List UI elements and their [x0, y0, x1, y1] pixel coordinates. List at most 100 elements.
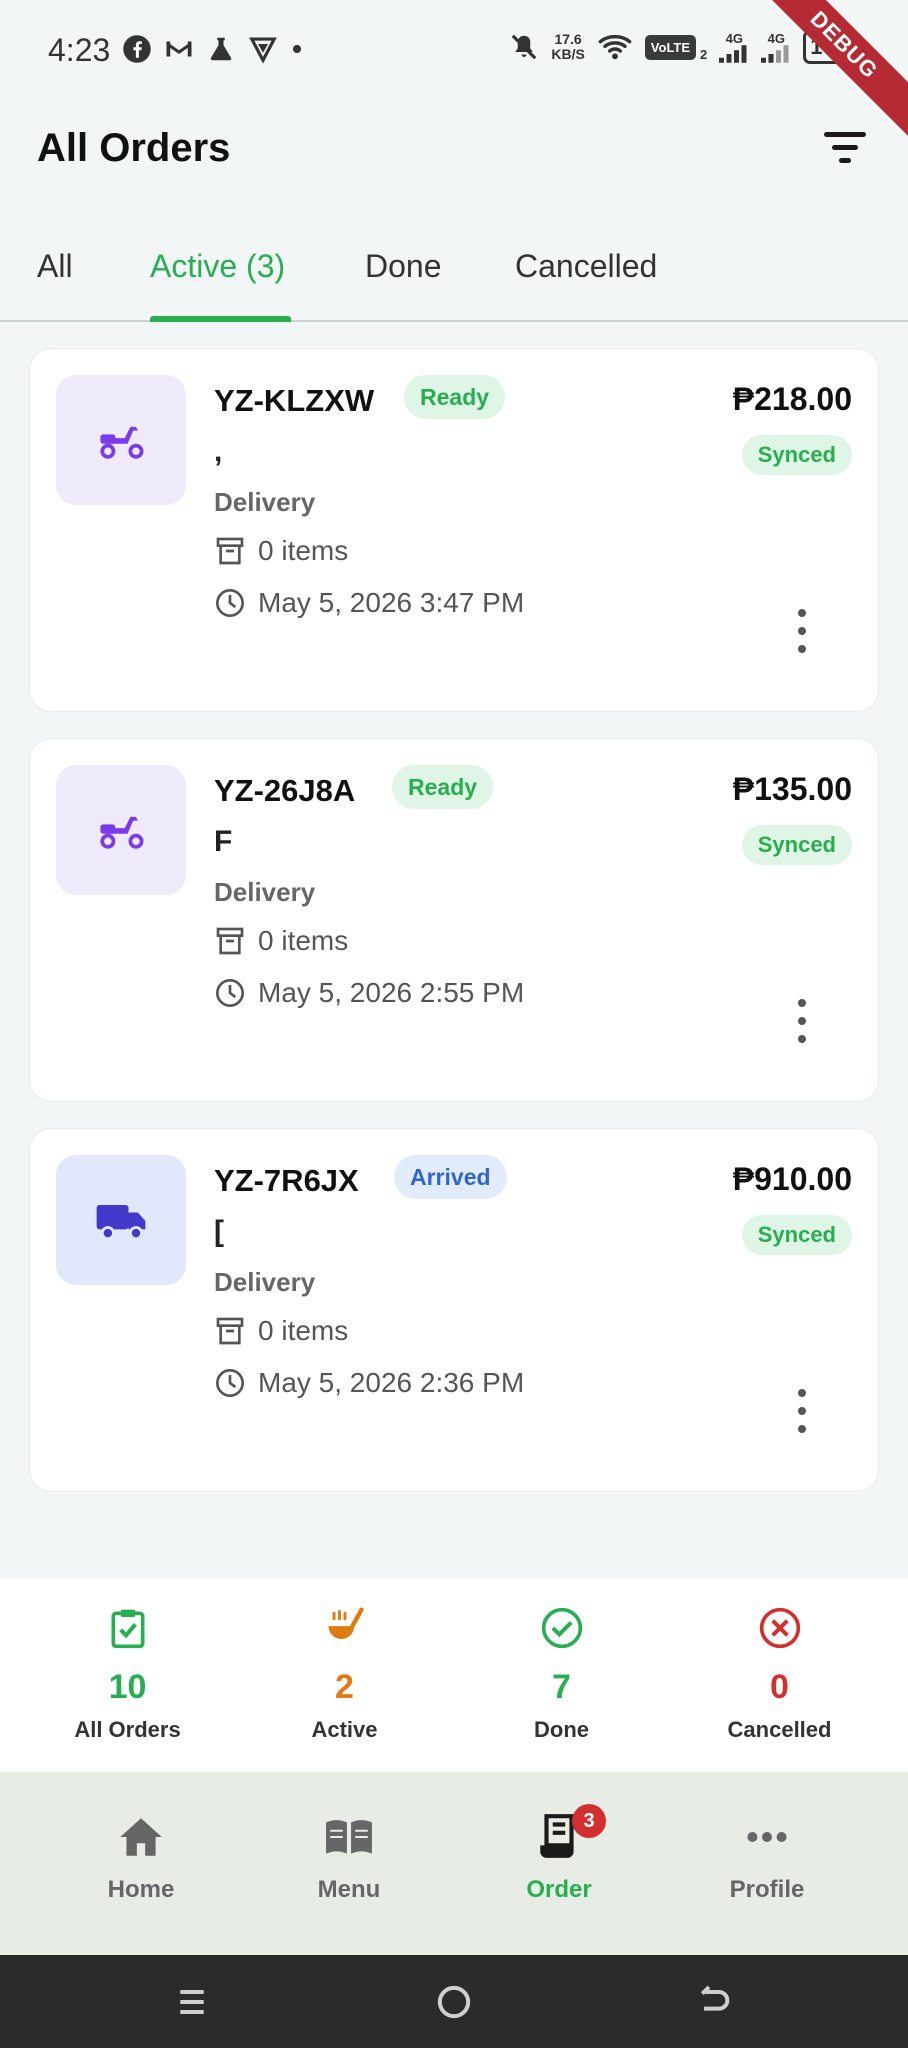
- stat-value: 10: [108, 1668, 147, 1706]
- signal-bars-icon: [761, 44, 789, 63]
- recents-button[interactable]: [162, 1975, 222, 2029]
- customer-name: F: [214, 825, 233, 858]
- order-type: Delivery: [214, 487, 316, 517]
- nav-profile[interactable]: Profile: [662, 1812, 872, 1904]
- customer-name: [: [214, 1215, 224, 1248]
- recents-icon: [180, 1990, 204, 2014]
- more-vertical-icon: [798, 609, 806, 617]
- nav-home[interactable]: Home: [36, 1812, 246, 1904]
- order-type-icon-box: [56, 765, 186, 895]
- x-circle-icon: [759, 1607, 800, 1649]
- back-button[interactable]: [684, 1975, 744, 2029]
- order-card[interactable]: YZ-26J8A Ready ₱135.00 Synced F Delivery…: [29, 738, 879, 1102]
- clock-icon: [216, 979, 244, 1007]
- customer-name: ,: [214, 435, 223, 468]
- box-icon: [216, 537, 244, 565]
- items-count: 0 items: [258, 1315, 349, 1346]
- more-vertical-icon: [798, 999, 806, 1007]
- items-count-row: 0 items: [214, 925, 348, 957]
- nav-label: Order: [526, 1876, 592, 1903]
- order-stats-bar: 10 All Orders 2 Active 7 Done 0 Cancelle…: [0, 1578, 908, 1772]
- more-options-button[interactable]: [792, 609, 812, 653]
- order-price: ₱218.00: [732, 381, 852, 417]
- gmail-icon: [166, 41, 192, 57]
- order-date-row: May 5, 2026 2:36 PM: [214, 1367, 524, 1399]
- items-count: 0 items: [258, 535, 349, 566]
- order-date-row: May 5, 2026 2:55 PM: [214, 977, 524, 1009]
- more-options-button[interactable]: [792, 999, 812, 1043]
- order-date: May 5, 2026 2:36 PM: [258, 1367, 525, 1398]
- stat-active[interactable]: 2 Active: [231, 1606, 458, 1743]
- order-type: Delivery: [214, 877, 316, 907]
- order-date: May 5, 2026 2:55 PM: [258, 977, 525, 1008]
- tab-active[interactable]: Active (3): [150, 248, 285, 307]
- items-count-row: 0 items: [214, 1315, 348, 1347]
- volte-badge: VoLTE: [644, 34, 697, 60]
- status-bar: 4:23 17.6 KB/S VoLTE 2 4G 4G 100 DEBUG: [0, 0, 908, 151]
- sim-slot: 2: [700, 46, 708, 62]
- more-horizontal-icon: [747, 1832, 787, 1842]
- filter-lines-icon: [824, 132, 866, 163]
- facebook-icon: [123, 35, 151, 63]
- order-price: ₱135.00: [732, 771, 852, 807]
- order-type: Delivery: [214, 1267, 316, 1297]
- stat-label: All Orders: [74, 1717, 181, 1742]
- box-icon: [216, 1317, 244, 1345]
- items-count: 0 items: [258, 925, 349, 956]
- nav-label: Home: [107, 1876, 175, 1903]
- order-price: ₱910.00: [732, 1161, 852, 1197]
- stat-label: Active: [311, 1717, 378, 1742]
- order-card[interactable]: YZ-7R6JX Arrived ₱910.00 Synced [ Delive…: [29, 1128, 879, 1492]
- order-type-icon-box: [56, 1155, 186, 1285]
- order-count-badge: 3: [572, 1804, 606, 1838]
- sync-badge: Synced: [741, 825, 852, 865]
- order-tabs: All Active (3) Done Cancelled: [0, 240, 908, 322]
- more-vertical-icon: [798, 1389, 806, 1397]
- order-id: YZ-KLZXW: [214, 383, 375, 418]
- nav-order[interactable]: 3 Order: [454, 1804, 664, 1904]
- stat-all-orders[interactable]: 10 All Orders: [14, 1606, 241, 1743]
- stat-value: 2: [335, 1668, 354, 1706]
- stat-value: 7: [552, 1668, 571, 1706]
- network-speed: 17.6 KB/S: [551, 31, 585, 62]
- scooter-icon: [100, 816, 144, 849]
- order-id: YZ-26J8A: [214, 773, 356, 808]
- home-icon: [120, 1818, 162, 1856]
- more-options-button[interactable]: [792, 1389, 812, 1433]
- order-date: May 5, 2026 3:47 PM: [258, 587, 525, 618]
- filter-button[interactable]: [822, 128, 874, 168]
- clipboard-check-icon: [111, 1609, 144, 1649]
- sync-badge: Synced: [741, 1215, 852, 1255]
- back-arrow-icon: [700, 1985, 730, 2011]
- home-circle-icon: [437, 1985, 471, 2019]
- mute-bell-icon: [511, 34, 537, 60]
- clock-icon: [216, 1369, 244, 1397]
- order-type-icon-box: [56, 375, 186, 505]
- tab-all[interactable]: All: [37, 248, 73, 307]
- tab-cancelled[interactable]: Cancelled: [515, 248, 657, 307]
- stat-done[interactable]: 7 Done: [448, 1606, 675, 1743]
- status-time: 4:23: [48, 32, 111, 68]
- flask-icon: [210, 37, 232, 61]
- stat-label: Cancelled: [727, 1717, 832, 1742]
- check-circle-icon: [541, 1607, 582, 1649]
- order-card[interactable]: YZ-KLZXW Ready ₱218.00 Synced , Delivery…: [29, 348, 879, 712]
- tab-done[interactable]: Done: [365, 248, 442, 307]
- signal-1: 4G: [719, 32, 749, 63]
- active-tab-indicator: [150, 316, 291, 322]
- dot-icon: [292, 44, 302, 54]
- home-system-button[interactable]: [424, 1975, 484, 2029]
- bottom-navigation: Home Menu 3 Order Profile: [0, 1772, 908, 1955]
- wifi-icon: [598, 34, 632, 60]
- stat-value: 0: [770, 1668, 789, 1706]
- truck-icon: [96, 1205, 146, 1241]
- nav-menu[interactable]: Menu: [244, 1812, 454, 1904]
- box-icon: [216, 927, 244, 955]
- stat-cancelled[interactable]: 0 Cancelled: [666, 1606, 893, 1743]
- status-app-icons: [122, 34, 304, 64]
- status-right-icons: 17.6 KB/S VoLTE 2 4G 4G 100: [509, 30, 854, 64]
- page-title: All Orders: [37, 126, 231, 170]
- status-badge: Ready: [392, 765, 494, 809]
- nav-label: Profile: [729, 1876, 805, 1903]
- nav-label: Menu: [317, 1876, 381, 1903]
